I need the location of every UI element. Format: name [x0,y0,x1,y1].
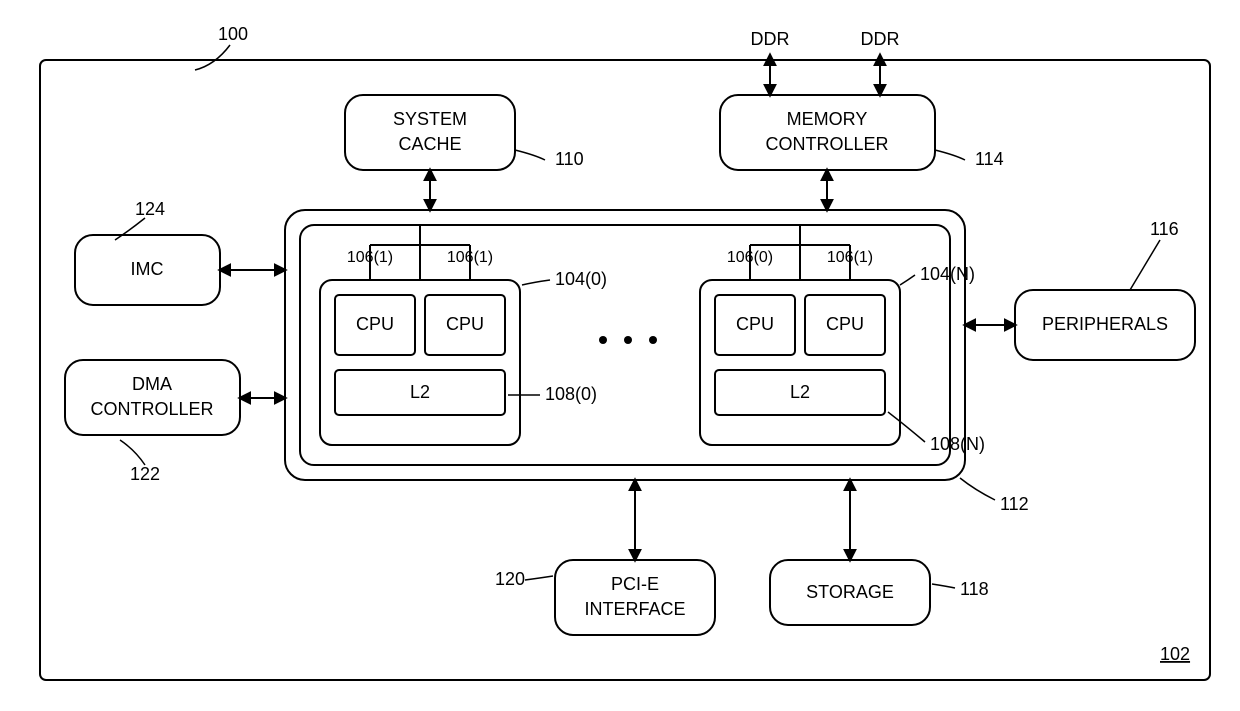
pcie-label-1: PCI-E [611,574,659,594]
cpu-n-1-label: CPU [826,314,864,334]
dma-controller-box [65,360,240,435]
ref-100: 100 [218,24,248,44]
ref-104-0: 104(0) [555,269,607,289]
ddr-label-2: DDR [861,29,900,49]
diagram-root: 100 102 SYSTEM CACHE 110 MEMORY CONTROLL… [0,0,1240,711]
ref-108-0: 108(0) [545,384,597,404]
ref-108-n: 108(N) [930,434,985,454]
ref-114: 114 [975,149,1004,169]
memctrl-label-2: CONTROLLER [765,134,888,154]
cpu-n-0-label: CPU [736,314,774,334]
dma-label-2: CONTROLLER [90,399,213,419]
ref-124: 124 [135,199,165,219]
cpu-0-1-label: CPU [446,314,484,334]
system-cache-label-2: CACHE [398,134,461,154]
memctrl-label-1: MEMORY [787,109,868,129]
system-cache-box [345,95,515,170]
ref-110: 110 [555,149,584,169]
l2-0-label: L2 [410,382,430,402]
ref-112: 112 [1000,494,1029,514]
storage-label: STORAGE [806,582,894,602]
ref-118: 118 [960,579,989,599]
ref-106-0b: 106(1) [447,249,493,266]
ref-120: 120 [495,569,525,589]
l2-n-label: L2 [790,382,810,402]
ref-104-n: 104(N) [920,264,975,284]
ellipsis-dot-2 [624,336,632,344]
ellipsis-dot-1 [599,336,607,344]
ddr-label-1: DDR [751,29,790,49]
imc-label: IMC [131,259,164,279]
pcie-label-2: INTERFACE [584,599,685,619]
memory-controller-box [720,95,935,170]
periph-label: PERIPHERALS [1042,314,1168,334]
ellipsis-dot-3 [649,336,657,344]
cpu-0-0-label: CPU [356,314,394,334]
ref-106-na: 106(0) [727,249,773,266]
dma-label-1: DMA [132,374,172,394]
ref-106-nb: 106(1) [827,249,873,266]
ref-116: 116 [1150,219,1179,239]
ref-106-0a: 106(1) [347,249,393,266]
ref-122: 122 [130,464,160,484]
pcie-box [555,560,715,635]
system-cache-label-1: SYSTEM [393,109,467,129]
ref-102: 102 [1160,644,1190,664]
